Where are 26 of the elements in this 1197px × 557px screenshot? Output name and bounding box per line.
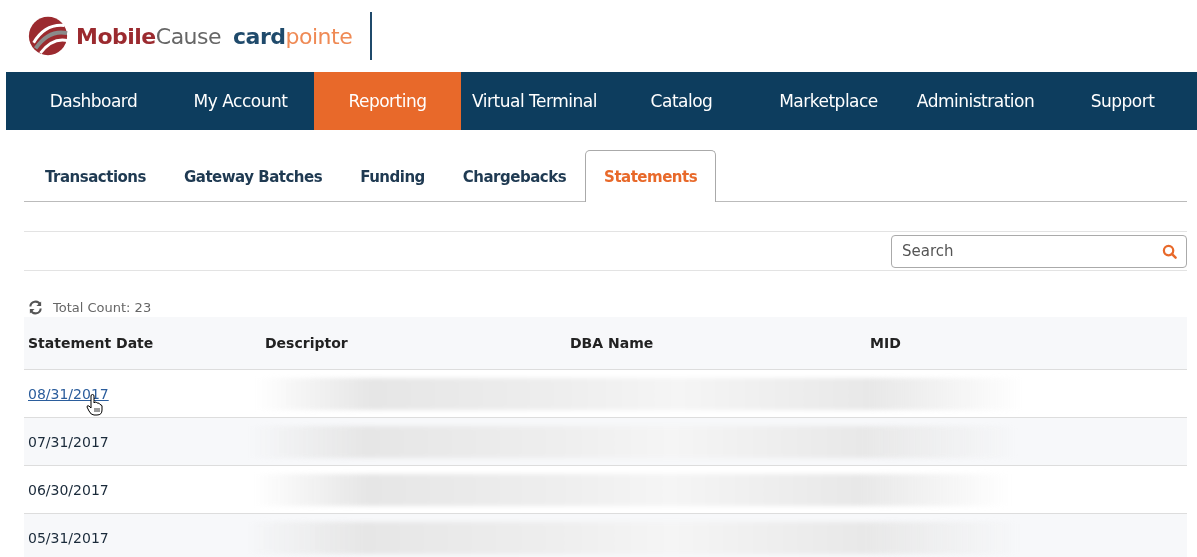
nav-tab[interactable]: Dashboard bbox=[20, 72, 167, 130]
sub-tab[interactable]: Gateway Batches bbox=[164, 150, 342, 202]
globe-logo-icon bbox=[26, 14, 70, 58]
column-header: MID bbox=[870, 335, 901, 351]
date-link[interactable]: 05/31/2017 bbox=[28, 529, 109, 546]
search-icon[interactable] bbox=[1162, 243, 1177, 259]
column-header: DBA Name bbox=[570, 335, 654, 351]
date-link[interactable]: 07/31/2017 bbox=[28, 433, 109, 450]
total-count: Total Count: 23 bbox=[53, 299, 152, 315]
nav-tab[interactable]: Catalog bbox=[608, 72, 755, 130]
date-link[interactable]: 08/31/2017 bbox=[28, 385, 109, 402]
date-link[interactable]: 06/30/2017 bbox=[28, 481, 109, 498]
sub-tab[interactable]: Transactions bbox=[26, 150, 165, 202]
nav-tab[interactable]: Support bbox=[1049, 72, 1196, 130]
search-field[interactable]: Search bbox=[891, 234, 1187, 268]
sub-tab[interactable]: Funding bbox=[341, 150, 444, 202]
logo-text: MobileCause bbox=[76, 23, 222, 49]
sub-tab[interactable]: Chargebacks bbox=[443, 150, 586, 202]
logo-text: cardpointe bbox=[233, 23, 353, 49]
nav-tab[interactable]: Administration bbox=[902, 72, 1049, 130]
nav-tab[interactable]: Virtual Terminal bbox=[461, 72, 608, 130]
nav-tab[interactable]: Marketplace bbox=[755, 72, 902, 130]
refresh-icon[interactable] bbox=[28, 299, 43, 315]
nav-tab[interactable]: My Account bbox=[167, 72, 314, 130]
column-header: Statement Date bbox=[28, 335, 154, 351]
column-header: Descriptor bbox=[265, 335, 348, 351]
